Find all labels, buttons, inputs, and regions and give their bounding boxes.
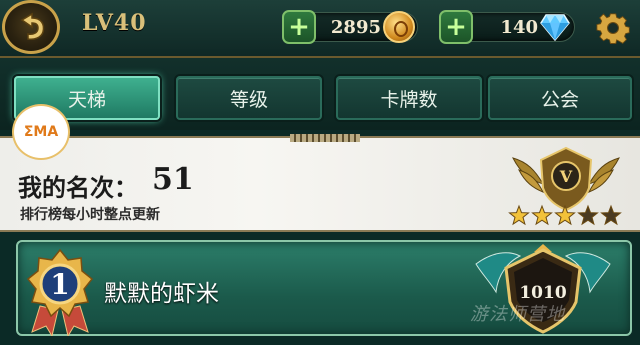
player-position: 1 xyxy=(50,268,69,301)
back-arrow-icon xyxy=(20,12,45,40)
rank-tier-label: V xyxy=(559,167,573,186)
rank-tier-emblem: V xyxy=(508,146,622,226)
diamond-icon xyxy=(540,14,570,41)
settings-gear-icon[interactable] xyxy=(596,12,630,46)
coin-amount: 2895 xyxy=(330,17,381,38)
my-rank-value: 51 xyxy=(152,162,194,197)
ranking-tabs: 天梯 等级 卡牌数 公会 xyxy=(0,58,640,130)
star-filled-icon xyxy=(508,204,530,226)
gem-counter: + 140 xyxy=(439,10,575,44)
star-filled-icon xyxy=(531,204,553,226)
player-level: LV40 xyxy=(82,10,147,36)
my-rank-label: 我的名次： xyxy=(18,173,138,202)
add-coins-button[interactable]: + xyxy=(282,10,316,44)
site-logo: ΣMA xyxy=(12,104,70,160)
star-filled-icon xyxy=(554,204,576,226)
rank-update-note: 排行榜每小时整点更新 xyxy=(20,207,160,223)
gem-amount: 140 xyxy=(500,17,538,38)
first-place-medal-icon: 1 xyxy=(26,248,94,336)
watermark-text: 游法师营地 xyxy=(470,304,565,325)
star-empty-icon xyxy=(600,204,622,226)
tab-card-count[interactable]: 卡牌数 xyxy=(336,76,482,120)
back-button[interactable] xyxy=(2,0,60,54)
tab-level[interactable]: 等级 xyxy=(176,76,322,120)
player-name: 默默的虾米 xyxy=(104,281,219,307)
coin-icon xyxy=(383,11,415,43)
star-empty-icon xyxy=(577,204,599,226)
rank-stars xyxy=(508,204,622,226)
tab-guild[interactable]: 公会 xyxy=(488,76,632,120)
top-bar: LV40 + 2895 + 140 xyxy=(0,0,640,58)
my-rank-banner: 我的名次： 51 排行榜每小时整点更新 V xyxy=(0,134,640,232)
coin-counter: + 2895 xyxy=(282,10,418,44)
add-gems-button[interactable]: + xyxy=(439,10,473,44)
banner-ornament xyxy=(290,134,360,142)
